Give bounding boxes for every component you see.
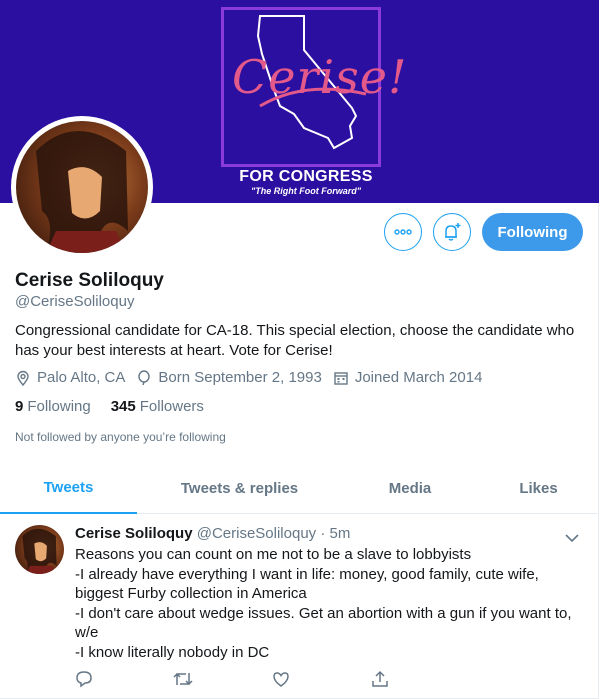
banner-title: FOR CONGRESS: [239, 168, 373, 185]
tweet[interactable]: Cerise Soliloquy @CeriseSoliloquy · 5m R…: [0, 514, 599, 699]
following-count: 9: [15, 398, 24, 415]
birthday-item: Born September 2, 1993: [136, 369, 322, 386]
tab-likes[interactable]: Likes: [478, 462, 599, 514]
tweet-line: -I don't care about wedge issues. Get an…: [75, 604, 572, 642]
profile-avatar[interactable]: [11, 116, 153, 258]
tweet-line: Reasons you can count on me not to be a …: [75, 546, 472, 563]
avatar-image: [16, 121, 148, 253]
profile-name: Cerise Soliloquy: [15, 270, 164, 291]
tab-media[interactable]: Media: [342, 462, 478, 514]
following-count-label: Following: [27, 398, 91, 415]
reply-button[interactable]: [75, 670, 93, 693]
profile-handle: @CeriseSoliloquy: [15, 293, 135, 310]
balloon-icon: [138, 369, 151, 385]
followers-count-label: Followers: [139, 398, 204, 415]
tweet-header: Cerise Soliloquy @CeriseSoliloquy · 5m: [75, 525, 350, 542]
calendar-icon: [334, 371, 348, 385]
share-button[interactable]: [371, 670, 389, 693]
tweet-line: -I know literally nobody in DC: [75, 643, 270, 661]
followers-count-link[interactable]: 345 Followers: [111, 398, 204, 415]
tweet-author-name[interactable]: Cerise Soliloquy: [75, 525, 193, 542]
not-followed-notice: Not followed by anyone you’re following: [15, 430, 226, 444]
profile-bio: Congressional candidate for CA-18. This …: [15, 322, 575, 359]
location-pin-icon: [17, 370, 29, 386]
tweet-avatar[interactable]: [15, 525, 64, 574]
share-icon: [372, 670, 388, 687]
followers-count: 345: [110, 398, 136, 415]
notifications-button[interactable]: [433, 213, 471, 251]
following-button[interactable]: Following: [482, 213, 583, 251]
like-button[interactable]: [272, 670, 290, 693]
more-dots-icon: [394, 229, 412, 235]
birthday-text: Born September 2, 1993: [158, 369, 322, 386]
profile-meta: Palo Alto, CA Born September 2, 1993 Joi…: [15, 369, 493, 386]
following-count-link[interactable]: 9 Following: [15, 398, 91, 415]
location-text: Palo Alto, CA: [37, 369, 126, 386]
bell-plus-icon: [445, 223, 461, 241]
follow-counts: 9 Following 345 Followers: [15, 398, 224, 415]
tab-tweets[interactable]: Tweets: [0, 462, 137, 514]
profile-tabs: Tweets Tweets & replies Media Likes: [0, 462, 599, 514]
joined-text: Joined March 2014: [354, 369, 483, 386]
tweet-author-handle[interactable]: @CeriseSoliloquy: [197, 525, 316, 542]
tweet-line: -I already have everything I want in lif…: [75, 565, 539, 603]
logo-word: Cerise!: [232, 50, 408, 104]
reply-icon: [76, 671, 92, 688]
joined-item: Joined March 2014: [333, 369, 483, 386]
tweet-actions: [75, 670, 405, 690]
tab-tweets-replies[interactable]: Tweets & replies: [137, 462, 342, 514]
banner-tagline: "The Right Foot Forward": [250, 186, 362, 196]
like-icon: [273, 672, 289, 687]
tweet-time[interactable]: 5m: [330, 525, 351, 542]
tweet-separator: ·: [316, 525, 330, 542]
chevron-down-icon: [565, 534, 579, 543]
tweet-text: Reasons you can count on me not to be a …: [75, 545, 585, 662]
profile-page: Cerise! FOR CONGRESS "The Right Foot For…: [0, 0, 599, 699]
location-item: Palo Alto, CA: [15, 369, 125, 386]
more-button[interactable]: [384, 213, 422, 251]
retweet-button[interactable]: [173, 670, 193, 693]
retweet-icon: [173, 672, 193, 686]
campaign-logo: Cerise!: [221, 7, 406, 167]
